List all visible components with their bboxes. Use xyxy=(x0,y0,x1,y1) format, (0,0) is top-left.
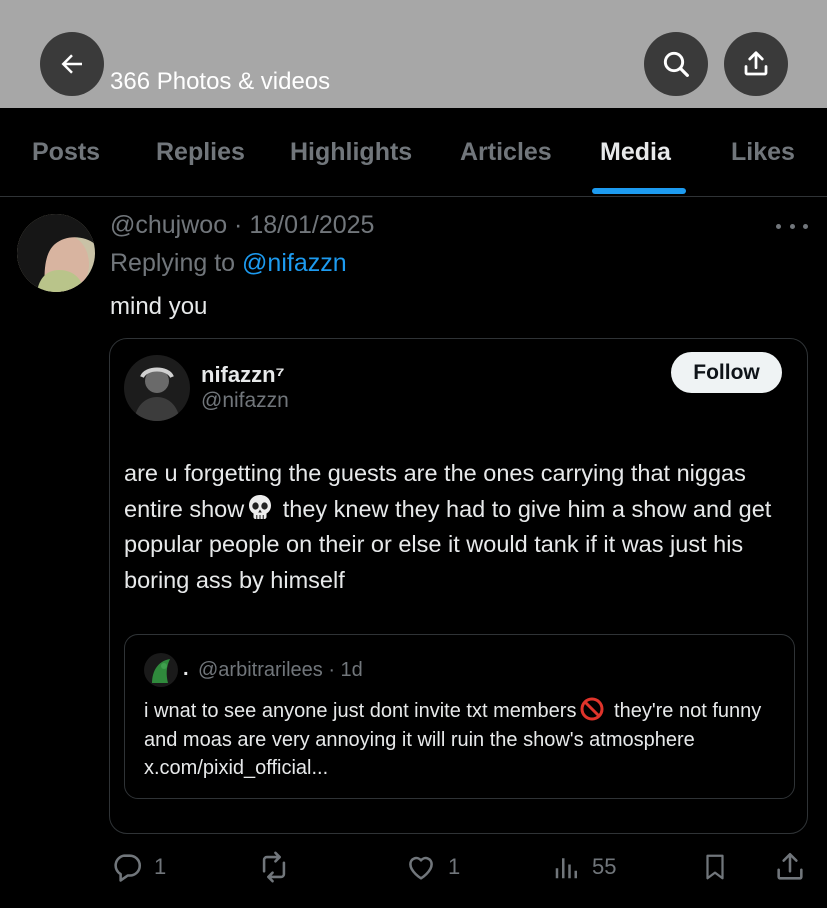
avatar-image xyxy=(17,214,95,292)
repost-icon xyxy=(262,851,286,883)
nested-quote-text: i wnat to see anyone just dont invite tx… xyxy=(144,697,784,783)
tab-replies[interactable]: Replies xyxy=(156,138,245,167)
quoted-author-name: nifazzn⁷ xyxy=(201,362,285,387)
replying-to: Replying to @nifazzn xyxy=(110,249,347,278)
views-icon xyxy=(555,858,577,879)
media-header: 366 Photos & videos xyxy=(0,0,827,108)
post-handle-date: @chujwoo · 18/01/2025 xyxy=(110,211,375,239)
heart-icon xyxy=(409,856,433,880)
like-action[interactable]: 1 xyxy=(404,850,460,884)
reply-icon xyxy=(114,854,142,882)
prohibited-emoji-icon xyxy=(580,697,604,721)
repost-action[interactable] xyxy=(256,850,292,884)
view-count: 55 xyxy=(592,854,617,879)
tab-articles[interactable]: Articles xyxy=(460,138,552,167)
nested-avatar[interactable] xyxy=(144,653,178,687)
profile-tabs: Posts Replies Highlights Articles Media … xyxy=(0,108,827,197)
more-options-button[interactable] xyxy=(776,216,808,236)
replying-prefix: Replying to xyxy=(110,249,236,277)
arrow-left-icon xyxy=(61,54,82,74)
quoted-author-handle: @nifazzn xyxy=(201,389,289,412)
quoted-avatar[interactable] xyxy=(124,355,190,421)
skull-emoji-icon xyxy=(249,494,272,519)
active-tab-indicator xyxy=(592,188,686,194)
post-text: mind you xyxy=(110,293,208,320)
bookmark-icon xyxy=(706,854,724,880)
like-count: 1 xyxy=(448,854,461,879)
header-title: 366 Photos & videos xyxy=(110,68,331,95)
follow-button[interactable]: Follow xyxy=(671,352,782,393)
tab-posts[interactable]: Posts xyxy=(32,138,100,167)
bookmark-action[interactable] xyxy=(700,850,730,884)
replying-handle-link[interactable]: @nifazzn xyxy=(242,249,347,277)
quoted-post-text: are u forgetting the guests are the ones… xyxy=(124,456,796,598)
share-button[interactable] xyxy=(724,32,788,96)
nested-handle-time: @arbitrarilees · 1d xyxy=(198,659,363,681)
tab-likes[interactable]: Likes xyxy=(731,138,795,167)
share-post-icon xyxy=(777,852,803,880)
share-icon xyxy=(744,51,768,76)
views-action[interactable]: 55 xyxy=(552,850,616,884)
search-button[interactable] xyxy=(644,32,708,96)
nested-text-part-1: i wnat to see anyone just dont invite tx… xyxy=(144,700,577,722)
quoted-avatar-image xyxy=(124,355,190,421)
tab-highlights[interactable]: Highlights xyxy=(290,138,412,167)
search-icon xyxy=(663,51,689,77)
nested-avatar-image xyxy=(144,653,178,687)
reply-count: 1 xyxy=(154,854,167,879)
tab-media[interactable]: Media xyxy=(600,138,671,167)
reply-action[interactable]: 1 xyxy=(110,850,166,884)
avatar[interactable] xyxy=(17,214,95,292)
nested-author-name: . xyxy=(183,658,189,680)
back-button[interactable] xyxy=(40,32,104,96)
share-post-action[interactable] xyxy=(773,850,807,884)
